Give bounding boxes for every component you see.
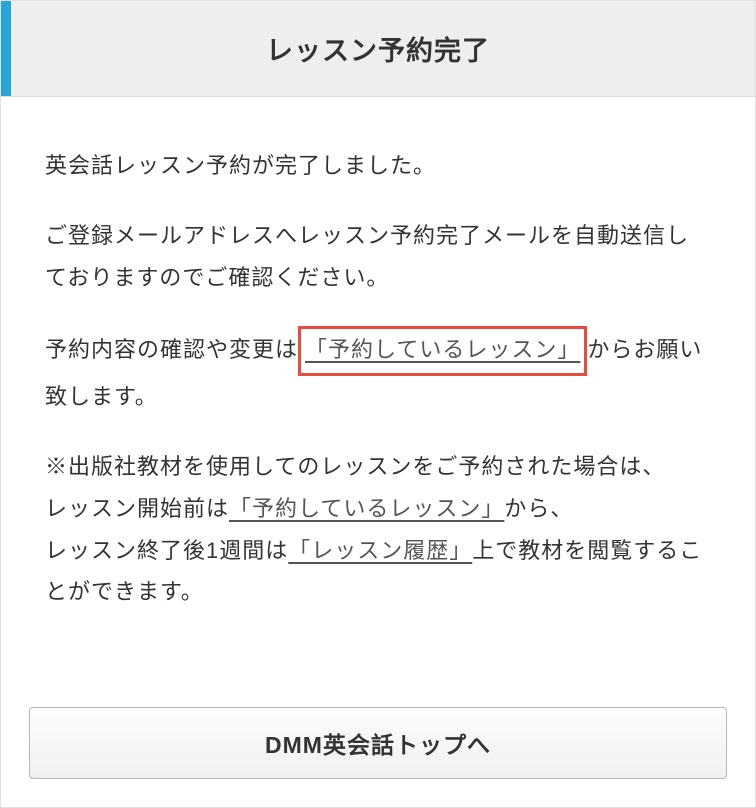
lesson-history-link[interactable]: 「レッスン履歴」 <box>288 538 472 563</box>
note-line-2-before: レッスン開始前は <box>45 496 229 521</box>
note-line-2-after: から、 <box>504 496 573 521</box>
page-header: レッスン予約完了 <box>1 1 755 97</box>
confirmation-text-2: ご登録メールアドレスへレッスン予約完了メールを自動送信しておりますのでご確認くだ… <box>45 215 711 299</box>
note-line-3-before: レッスン終了後1週間は <box>45 538 288 563</box>
content-area: 英会話レッスン予約が完了しました。 ご登録メールアドレスへレッスン予約完了メール… <box>1 97 755 689</box>
note-line-1: ※出版社教材を使用してのレッスンをご予約された場合は、 <box>45 454 665 479</box>
confirmation-text-3: 予約内容の確認や変更は「予約しているレッスン」からお願い致します。 <box>45 326 711 418</box>
top-page-button[interactable]: DMM英会話トップへ <box>29 707 727 779</box>
reserved-lesson-link-highlighted[interactable]: 「予約しているレッスン」 <box>298 326 587 376</box>
confirmation-text-1: 英会話レッスン予約が完了しました。 <box>45 145 711 187</box>
confirmation-text-4: ※出版社教材を使用してのレッスンをご予約された場合は、 レッスン開始前は「予約し… <box>45 446 711 613</box>
header-accent-bar <box>1 1 11 96</box>
reserved-lesson-link[interactable]: 「予約しているレッスン」 <box>229 496 504 521</box>
page-container: レッスン予約完了 英会話レッスン予約が完了しました。 ご登録メールアドレスへレッ… <box>0 0 756 808</box>
text-before-link: 予約内容の確認や変更は <box>45 337 298 362</box>
page-title: レッスン予約完了 <box>21 29 735 68</box>
footer-area: DMM英会話トップへ <box>1 689 755 807</box>
